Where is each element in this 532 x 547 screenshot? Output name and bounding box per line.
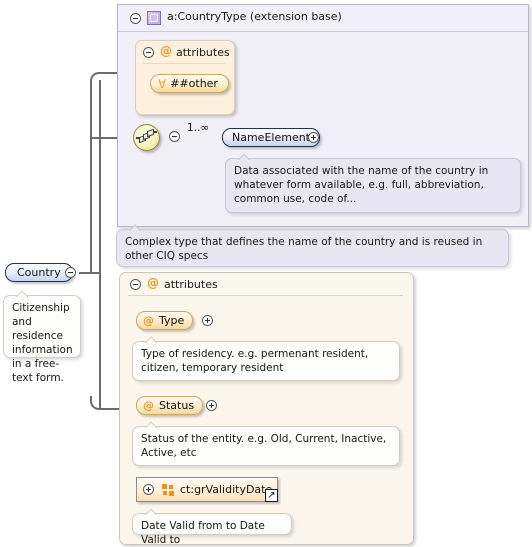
- at-symbol-icon-lower: @: [147, 276, 159, 290]
- country-annotation: Citizenship and residence information in…: [3, 295, 81, 384]
- attribute-type[interactable]: @ Type: [136, 311, 194, 330]
- extension-base-title: a:CountryType (extension base): [167, 10, 342, 23]
- complextype-annotation-text: Complex type that defines the name of th…: [125, 236, 483, 262]
- attribute-status-label: Status: [159, 399, 195, 412]
- country-annotation-tail: [16, 290, 30, 297]
- attribute-type-annotation-text: Type of residency. e.g. permenant reside…: [141, 348, 369, 374]
- attributes-panel-label: attributes: [164, 278, 218, 291]
- attributes-panel-divider: [128, 295, 403, 296]
- connector-trunk-vertical: [99, 80, 101, 409]
- upper-attributes-divider: [143, 63, 225, 64]
- sequence-icon[interactable]: [133, 124, 160, 151]
- upper-attributes-label: attributes: [176, 46, 230, 59]
- attribute-icon-status: @: [143, 399, 154, 412]
- element-nameelement[interactable]: NameElement: [222, 128, 320, 147]
- nameelement-annotation-tail: [238, 153, 252, 160]
- nameelement-annotation: Data associated with the name of the cou…: [225, 158, 521, 213]
- nameelement-occurrence: 1..∞: [187, 122, 210, 134]
- attribute-status[interactable]: @ Status: [136, 396, 204, 415]
- attribute-type-annotation-tail: [145, 336, 159, 343]
- element-country-label: Country: [17, 266, 61, 279]
- any-attribute-pill[interactable]: ∀ ##other: [150, 74, 229, 93]
- upper-attributes-collapse-toggle[interactable]: [143, 47, 154, 58]
- complextype-annotation-tail: [129, 224, 143, 231]
- attribute-type-expand-toggle[interactable]: [202, 315, 213, 326]
- extension-base-collapse-toggle[interactable]: [130, 13, 141, 24]
- attribute-status-expand-toggle[interactable]: [206, 400, 217, 411]
- country-collapse-toggle[interactable]: [65, 267, 76, 278]
- attribute-group-annotation-text: Date Valid from to Date Valid to: [141, 520, 265, 546]
- attribute-group-expand-toggle[interactable]: [143, 484, 154, 495]
- any-attribute-label: ##other: [170, 77, 218, 90]
- attribute-status-annotation-text: Status of the entity. e.g. Old, Current,…: [141, 433, 387, 459]
- element-nameelement-label: NameElement: [232, 131, 310, 144]
- any-attribute-icon: ∀: [158, 76, 167, 91]
- attribute-group-annotation-tail: [145, 508, 159, 515]
- external-link-icon[interactable]: ↗: [265, 489, 278, 502]
- complextype-icon: [147, 11, 161, 25]
- attribute-icon-type: @: [143, 314, 154, 327]
- nameelement-expand-toggle[interactable]: [308, 132, 319, 143]
- attributes-panel-collapse-toggle[interactable]: [130, 279, 141, 290]
- sequence-collapse-toggle[interactable]: [169, 131, 180, 142]
- attribute-group-icon: [162, 483, 175, 496]
- complextype-annotation: Complex type that defines the name of th…: [116, 229, 509, 267]
- element-country[interactable]: Country: [5, 263, 73, 282]
- attribute-group-validitydate[interactable]: ct:grValidityDate ↗: [136, 477, 278, 502]
- nameelement-annotation-text: Data associated with the name of the cou…: [234, 165, 489, 205]
- attribute-group-annotation: Date Valid from to Date Valid to: [132, 513, 292, 546]
- connector-branch-top-vertical: [90, 84, 92, 274]
- attribute-type-annotation: Type of residency. e.g. permenant reside…: [132, 341, 400, 381]
- attribute-type-label: Type: [159, 314, 185, 327]
- attribute-status-annotation: Status of the entity. e.g. Old, Current,…: [132, 426, 400, 466]
- attribute-status-annotation-tail: [145, 421, 159, 428]
- attribute-group-label: ct:grValidityDate: [180, 483, 273, 496]
- country-annotation-text: Citizenship and residence information in…: [12, 302, 73, 384]
- upper-attributes-box: @ attributes ∀ ##other: [135, 40, 235, 115]
- at-symbol-icon: @: [160, 44, 172, 58]
- attributes-panel: @ attributes @ Type Type of residency. e…: [119, 272, 414, 546]
